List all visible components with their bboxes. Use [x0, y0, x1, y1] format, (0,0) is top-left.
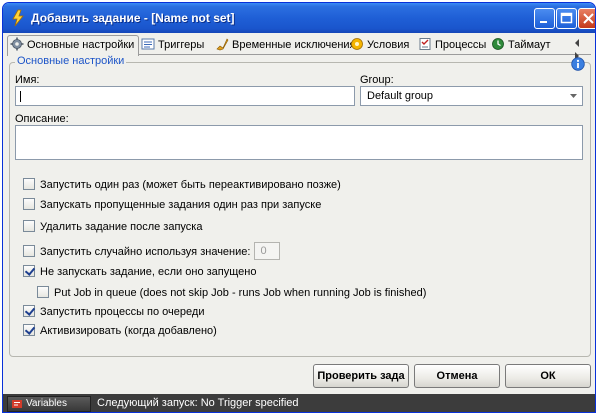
info-icon[interactable]	[571, 57, 585, 71]
option-label: Put Job in queue (does not skip Job - ru…	[54, 287, 427, 300]
tab-triggers[interactable]: Триггеры	[141, 37, 207, 55]
check-job-button[interactable]: Проверить зада	[313, 364, 409, 388]
group-label: Group:	[360, 74, 394, 86]
brush-icon	[216, 38, 229, 51]
condition-icon	[351, 38, 363, 50]
close-icon	[583, 13, 594, 24]
checkbox-checked[interactable]	[23, 324, 35, 337]
tab-label: Процессы	[435, 39, 487, 51]
tab-general-settings[interactable]: Основные настройки	[7, 35, 140, 56]
variables-icon	[12, 400, 22, 408]
tab-label: Таймаут	[508, 39, 551, 51]
option-label: Запустить один раз (может быть переактив…	[40, 179, 341, 192]
list-icon	[141, 38, 155, 50]
cancel-button[interactable]: Отмена	[414, 364, 500, 388]
checkbox[interactable]	[23, 220, 35, 233]
option-run-missed[interactable]: Запускать пропущенные задания один раз п…	[23, 198, 322, 213]
option-put-in-queue[interactable]: Put Job in queue (does not skip Job - ru…	[37, 286, 427, 301]
timeout-icon	[492, 38, 504, 50]
window-title: Добавить задание - [Name not set]	[31, 11, 235, 25]
description-input[interactable]	[15, 125, 583, 160]
tab-label: Временные исключения	[232, 39, 356, 51]
name-input[interactable]	[15, 86, 355, 106]
checkbox-checked[interactable]	[23, 265, 35, 278]
option-label: Активизировать (когда добавлено)	[40, 325, 217, 338]
next-run-status: Следующий запуск: No Trigger specified	[97, 397, 299, 409]
minimize-button[interactable]	[534, 8, 555, 29]
option-delete-after-run[interactable]: Удалить задание после запуска	[23, 220, 203, 235]
tab-label: Триггеры	[158, 39, 205, 51]
gear-icon	[10, 37, 24, 51]
tab-timeout[interactable]: Таймаут	[491, 37, 554, 55]
text-caret	[20, 91, 21, 102]
process-icon	[419, 38, 431, 51]
checkbox-checked[interactable]	[23, 305, 35, 318]
checkbox[interactable]	[23, 245, 35, 257]
tab-time-exclusions[interactable]: Временные исключения	[215, 37, 359, 55]
name-label: Имя:	[15, 74, 40, 86]
tab-strip: Основные настройки Триггеры Временные ис…	[7, 35, 591, 60]
option-skip-if-running[interactable]: Не запускать задание, если оно запущено	[23, 265, 257, 280]
checkbox[interactable]	[23, 178, 35, 191]
variables-button[interactable]: Variables	[7, 396, 91, 412]
group-select[interactable]: Default group	[360, 86, 583, 106]
tab-conditions[interactable]: Условия	[350, 37, 412, 55]
checkbox[interactable]	[23, 198, 35, 211]
option-run-once[interactable]: Запустить один раз (может быть переактив…	[23, 178, 341, 193]
chevron-down-icon	[570, 94, 577, 98]
description-label: Описание:	[15, 113, 69, 125]
option-label: Запустить случайно используя значение:	[40, 246, 251, 258]
title-bar[interactable]: Добавить задание - [Name not set]	[3, 3, 595, 33]
option-label: Не запускать задание, если оно запущено	[40, 266, 257, 279]
status-bar: Variables Следующий запуск: No Trigger s…	[3, 394, 595, 412]
maximize-button[interactable]	[556, 8, 577, 29]
option-label: Запускать пропущенные задания один раз п…	[40, 199, 322, 212]
tab-label: Условия	[367, 39, 410, 51]
tab-processes[interactable]: Процессы	[418, 37, 489, 55]
option-random-value[interactable]: Запустить случайно используя значение: 0	[23, 242, 281, 260]
ok-button[interactable]: ОК	[505, 364, 591, 388]
group-title: Основные настройки	[15, 55, 127, 67]
option-label: Удалить задание после запуска	[40, 221, 203, 234]
option-label: Запустить процессы по очереди	[40, 306, 205, 319]
option-activate-when-added[interactable]: Активизировать (когда добавлено)	[23, 324, 217, 339]
close-button[interactable]	[578, 8, 595, 29]
group-select-value: Default group	[367, 90, 434, 102]
tab-label: Основные настройки	[27, 39, 135, 51]
chevron-left-icon	[575, 39, 579, 47]
option-run-processes-sequentially[interactable]: Запустить процессы по очереди	[23, 305, 205, 320]
variables-label: Variables	[26, 398, 67, 409]
checkbox[interactable]	[37, 286, 49, 299]
maximize-icon	[560, 12, 573, 24]
random-value-input[interactable]: 0	[254, 242, 281, 260]
app-icon	[12, 9, 24, 27]
dialog-window: Добавить задание - [Name not set] Основн…	[2, 2, 596, 413]
minimize-icon	[540, 21, 547, 23]
